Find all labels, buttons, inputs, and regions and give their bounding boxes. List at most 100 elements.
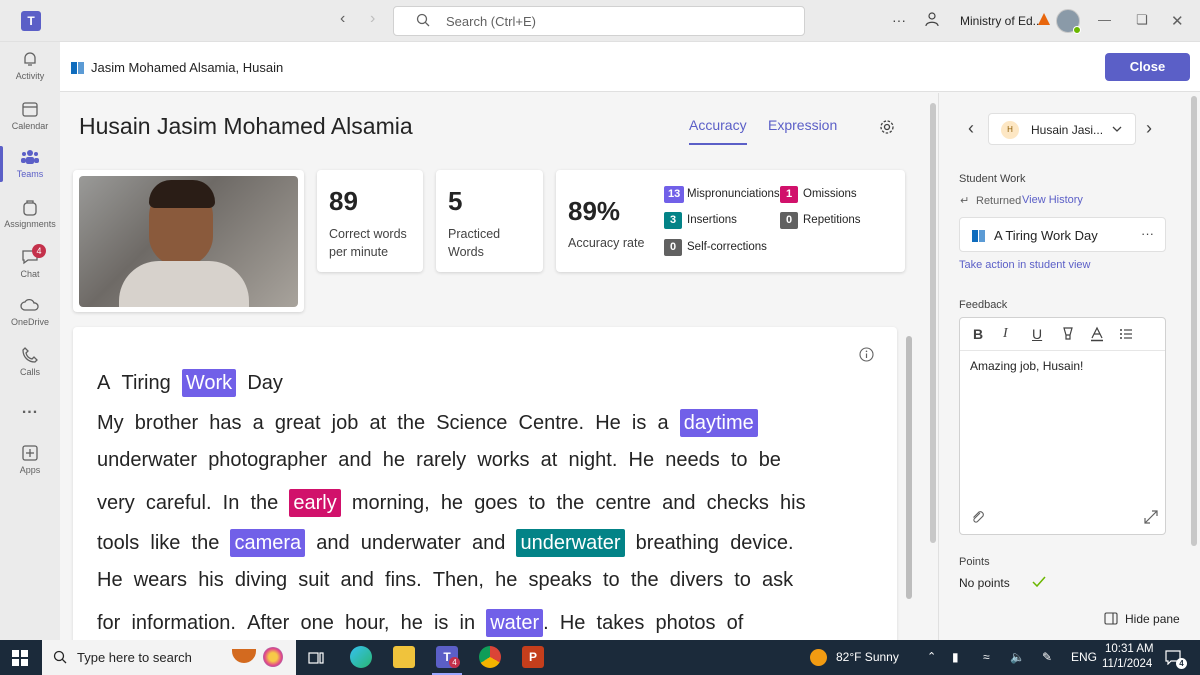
search-input[interactable]: Search (Ctrl+E) <box>393 6 805 36</box>
word: device. <box>730 532 794 554</box>
points-value[interactable]: No points <box>959 576 1010 590</box>
chrome-icon[interactable] <box>479 646 501 668</box>
next-student-icon[interactable]: › <box>1146 118 1152 139</box>
feedback-editor[interactable]: B I U Amazing job, Husain! <box>959 317 1166 535</box>
person-shield-icon[interactable] <box>925 11 941 32</box>
checkmark-icon[interactable] <box>1031 575 1047 594</box>
italic-icon[interactable]: I <box>1003 326 1008 342</box>
highlight-icon[interactable] <box>1060 326 1076 345</box>
main-content: Husain Jasim Mohamed Alsamia Accuracy Ex… <box>60 93 937 640</box>
window-close-icon[interactable]: ✕ <box>1171 12 1184 30</box>
student-work-file[interactable]: A Tiring Work Day ··· <box>959 217 1166 252</box>
insertions-label: Insertions <box>687 214 737 226</box>
expand-icon[interactable] <box>1144 510 1158 529</box>
taskbar-search[interactable]: Type here to search <box>42 640 296 675</box>
student-video[interactable] <box>79 176 298 307</box>
word: job <box>331 412 359 434</box>
feedback-text[interactable]: Amazing job, Husain! <box>970 359 1083 373</box>
forward-arrow-icon[interactable]: › <box>370 10 375 28</box>
weather-text[interactable]: 82°F Sunny <box>836 650 899 664</box>
word: to <box>734 569 751 591</box>
word: night. <box>568 449 618 471</box>
clock-time[interactable]: 10:31 AM <box>1105 643 1154 655</box>
word: brother <box>134 412 199 434</box>
back-arrow-icon[interactable]: ‹ <box>340 10 345 28</box>
word: the <box>191 532 220 554</box>
word: centre <box>595 492 652 514</box>
word: the <box>556 492 585 514</box>
word: Day <box>247 372 283 394</box>
clock-date[interactable]: 11/1/2024 <box>1102 658 1152 670</box>
rail-item-onedrive[interactable]: OneDrive <box>0 296 60 327</box>
word: goes <box>474 492 518 514</box>
tab-accuracy[interactable]: Accuracy <box>689 117 747 145</box>
minimize-icon[interactable]: — <box>1098 12 1111 27</box>
mispronunciations-count: 13 <box>664 186 685 203</box>
word: very <box>97 492 135 514</box>
main-scrollbar[interactable] <box>930 103 936 543</box>
more-options-button[interactable]: ··· <box>892 12 906 28</box>
chevron-up-icon[interactable]: ⌃ <box>927 650 936 663</box>
reading-scrollbar[interactable] <box>906 336 912 599</box>
word: and <box>316 532 350 554</box>
hide-pane-button[interactable]: Hide pane <box>1125 612 1180 626</box>
take-action-link[interactable]: Take action in student view <box>959 259 1090 271</box>
language-indicator[interactable]: ENG <box>1071 650 1097 664</box>
student-selector[interactable]: H Husain Jasi... <box>988 113 1136 145</box>
font-color-icon[interactable] <box>1089 326 1105 345</box>
practiced-label-2: Words <box>448 245 484 259</box>
windows-start-icon[interactable] <box>12 650 28 671</box>
rail-item-activity[interactable]: Activity <box>0 50 60 81</box>
volume-icon[interactable]: 🔈 <box>1010 650 1025 664</box>
rail-item-teams[interactable]: Teams <box>0 148 60 179</box>
view-history-link[interactable]: View History <box>1022 194 1083 206</box>
inserted-word[interactable]: underwater <box>516 529 625 557</box>
rail-item-calls[interactable]: Calls <box>0 346 60 377</box>
self-corrections-count: 0 <box>664 239 682 256</box>
rail-more-button[interactable]: ... <box>0 400 60 418</box>
feedback-label: Feedback <box>959 299 1008 311</box>
word: fins. <box>385 569 422 591</box>
word: checks <box>706 492 769 514</box>
prev-student-icon[interactable]: ‹ <box>968 118 974 139</box>
attach-icon[interactable] <box>971 510 985 529</box>
word: the <box>630 569 659 591</box>
pane-scrollbar[interactable] <box>1191 96 1197 546</box>
underline-icon[interactable]: U <box>1032 326 1042 342</box>
edge-icon[interactable] <box>350 646 372 668</box>
word: for <box>97 612 121 634</box>
org-name[interactable]: Ministry of Ed... <box>960 14 1043 28</box>
powerpoint-icon[interactable]: P <box>522 646 544 668</box>
info-icon[interactable] <box>859 347 874 367</box>
rangoli-icon <box>263 647 283 667</box>
bold-icon[interactable]: B <box>973 326 983 342</box>
rail-label: Chat <box>20 269 40 279</box>
omitted-word[interactable]: early <box>289 489 341 517</box>
mispronounced-word[interactable]: Work <box>181 369 237 397</box>
word: He <box>97 569 123 591</box>
wifi-icon[interactable]: ≈ <box>983 650 990 664</box>
rail-item-calendar[interactable]: Calendar <box>0 100 60 131</box>
repetitions-label: Repetitions <box>803 214 861 226</box>
restore-icon[interactable]: ❏ <box>1136 12 1148 28</box>
rail-label: Calendar <box>11 121 49 131</box>
bullet-list-icon[interactable] <box>1118 326 1134 345</box>
tab-expression[interactable]: Expression <box>768 117 837 133</box>
search-icon <box>416 13 430 30</box>
settings-gear-icon[interactable] <box>879 119 895 140</box>
hide-pane-icon[interactable] <box>1104 612 1118 630</box>
file-more-button[interactable]: ··· <box>1141 226 1154 241</box>
rail-item-assignments[interactable]: Assignments <box>0 198 60 229</box>
word: at <box>369 412 387 434</box>
rail-item-chat[interactable]: 4 Chat <box>0 244 60 279</box>
file-explorer-icon[interactable] <box>393 646 415 668</box>
rail-item-apps[interactable]: Apps <box>0 444 60 475</box>
battery-icon[interactable]: ▮ <box>952 650 959 664</box>
mispronounced-word[interactable]: daytime <box>679 409 758 437</box>
mispronounced-word[interactable]: water <box>486 609 544 637</box>
close-button[interactable]: Close <box>1105 53 1190 81</box>
task-view-icon[interactable] <box>308 650 324 671</box>
mispronounced-word[interactable]: camera <box>230 529 306 557</box>
video-card[interactable] <box>73 170 304 312</box>
pen-icon[interactable]: ✎ <box>1042 650 1052 664</box>
